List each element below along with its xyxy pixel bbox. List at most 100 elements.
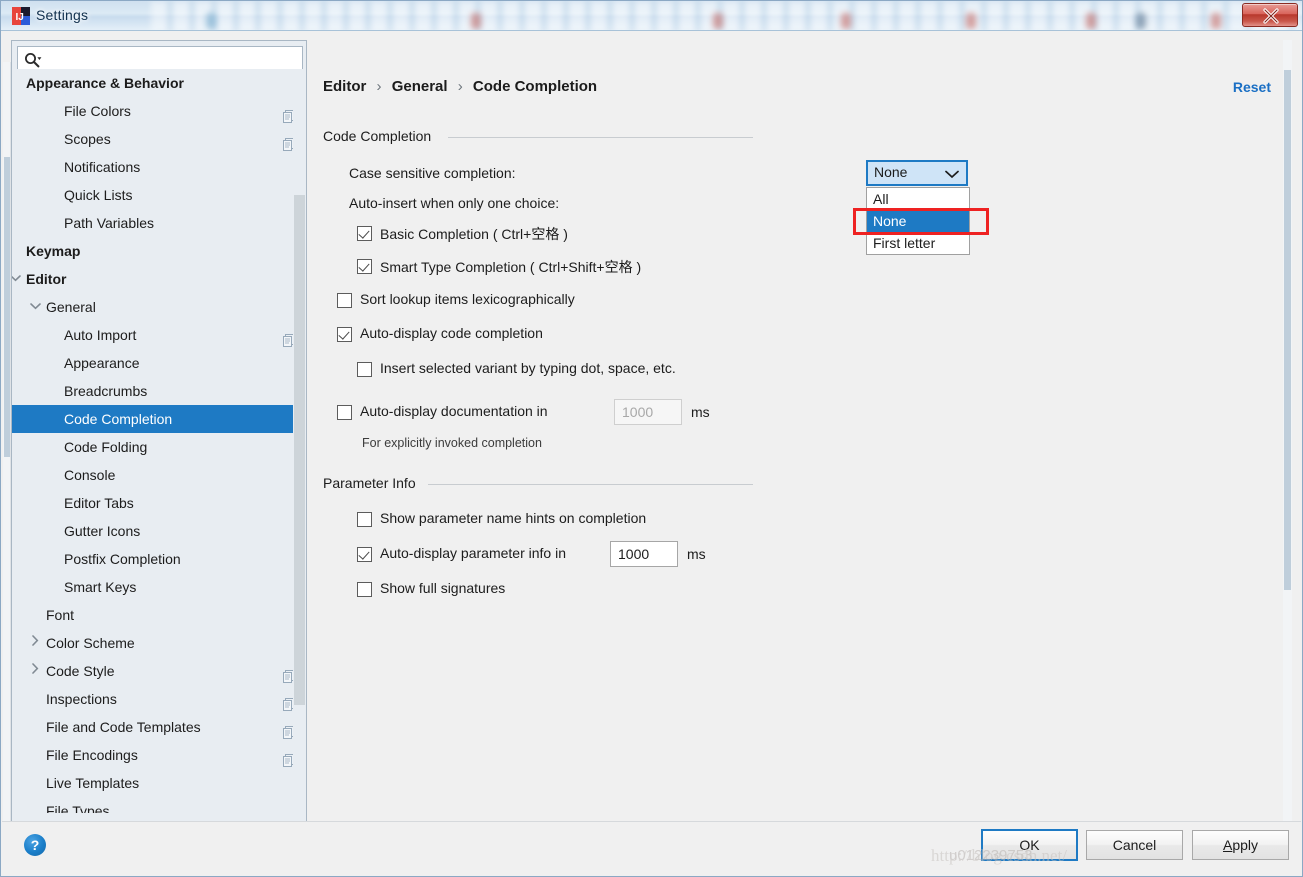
- ok-button[interactable]: OK: [981, 829, 1078, 861]
- reset-link[interactable]: Reset: [1233, 79, 1271, 95]
- sidebar-item-label: File and Code Templates: [46, 719, 201, 735]
- breadcrumb-item-general[interactable]: General: [392, 78, 448, 95]
- sidebar-item-label: Editor Tabs: [64, 495, 134, 511]
- detail-panel-scrollbar-thumb[interactable]: [1284, 70, 1291, 590]
- case-sensitive-completion-dropdown-list[interactable]: All None First letter: [866, 187, 970, 255]
- titlebar-blur-blob: [206, 13, 216, 29]
- sidebar-item-scopes[interactable]: Scopes: [12, 125, 306, 153]
- sidebar-item-label: Smart Keys: [64, 579, 137, 595]
- chevron-down-icon: [945, 170, 959, 179]
- sidebar-item-editor[interactable]: Editor: [12, 265, 306, 293]
- sort-lookup-items-checkbox[interactable]: [337, 293, 352, 308]
- section-rule: [428, 484, 753, 485]
- sidebar-item-general[interactable]: General: [12, 293, 306, 321]
- sidebar-item-gutter-icons[interactable]: Gutter Icons: [12, 517, 306, 545]
- breadcrumb-item-editor[interactable]: Editor: [323, 78, 366, 95]
- section-header-parameter-info: Parameter Info: [323, 475, 753, 491]
- sidebar-item-label: General: [46, 299, 96, 315]
- sidebar-item-path-variables[interactable]: Path Variables: [12, 209, 306, 237]
- sidebar-item-font[interactable]: Font: [12, 601, 306, 629]
- sidebar-scrollbar-thumb[interactable]: [294, 195, 305, 705]
- auto-display-documentation-checkbox[interactable]: [337, 405, 352, 420]
- basic-completion-label: Basic Completion ( Ctrl+空格 ): [380, 226, 568, 242]
- sidebar-item-label: Appearance: [64, 355, 140, 371]
- dropdown-option-all[interactable]: All: [867, 188, 969, 210]
- sidebar-item-code-folding[interactable]: Code Folding: [12, 433, 306, 461]
- sidebar-item-color-scheme[interactable]: Color Scheme: [12, 629, 306, 657]
- breadcrumb-separator-icon: ›: [376, 78, 382, 95]
- insert-selected-variant-label: Insert selected variant by typing dot, s…: [380, 360, 676, 376]
- sidebar-item-label: Font: [46, 607, 75, 623]
- auto-display-parameter-info-checkbox[interactable]: [357, 547, 372, 562]
- sidebar-item-label: File Encodings: [46, 747, 138, 763]
- svg-text:IJ: IJ: [16, 12, 24, 23]
- sidebar-item-file-colors[interactable]: File Colors: [12, 97, 306, 125]
- dropdown-option-first-letter[interactable]: First letter: [867, 232, 969, 254]
- sidebar-item-label: Quick Lists: [64, 187, 133, 203]
- chevron-right-icon[interactable]: [28, 657, 42, 685]
- sidebar-item-label: Auto Import: [64, 327, 137, 343]
- cancel-button[interactable]: Cancel: [1086, 830, 1183, 860]
- chevron-down-icon[interactable]: [12, 265, 22, 293]
- titlebar-blur-blob: [471, 13, 481, 29]
- documentation-hint-label: For explicitly invoked completion: [362, 436, 542, 450]
- auto-display-code-completion-checkbox[interactable]: [337, 327, 352, 342]
- sidebar-item-keymap[interactable]: Keymap: [12, 237, 306, 265]
- titlebar-blur-blob: [966, 13, 976, 29]
- sidebar-item-auto-import[interactable]: Auto Import: [12, 321, 306, 349]
- sidebar-item-smart-keys[interactable]: Smart Keys: [12, 573, 306, 601]
- intellij-idea-icon: IJ: [12, 7, 30, 25]
- auto-display-code-completion-label: Auto-display code completion: [360, 325, 543, 341]
- sidebar-item-code-completion[interactable]: Code Completion: [12, 405, 306, 433]
- show-full-signatures-checkbox[interactable]: [357, 582, 372, 597]
- documentation-delay-input[interactable]: [614, 399, 682, 425]
- sidebar-item-editor-tabs[interactable]: Editor Tabs: [12, 489, 306, 517]
- dialog-left-scrollbar[interactable]: [3, 62, 11, 851]
- search-input[interactable]: [48, 48, 298, 70]
- detail-panel-scrollbar[interactable]: [1283, 40, 1292, 821]
- sidebar-item-file-encodings[interactable]: File Encodings: [12, 741, 306, 769]
- sidebar-item-label: Breadcrumbs: [64, 383, 148, 399]
- show-parameter-hints-checkbox[interactable]: [357, 512, 372, 527]
- insert-selected-variant-checkbox[interactable]: [357, 362, 372, 377]
- sidebar-item-quick-lists[interactable]: Quick Lists: [12, 181, 306, 209]
- sidebar-item-label: File Types: [46, 803, 110, 813]
- sidebar-item-file-and-code-templates[interactable]: File and Code Templates: [12, 713, 306, 741]
- sidebar-item-live-templates[interactable]: Live Templates: [12, 769, 306, 797]
- sidebar-item-console[interactable]: Console: [12, 461, 306, 489]
- sidebar-item-label: Code Completion: [64, 411, 173, 427]
- sidebar-item-appearance[interactable]: Appearance: [12, 349, 306, 377]
- sidebar-item-label: Appearance & Behavior: [26, 75, 184, 91]
- sidebar-item-label: Console: [64, 467, 116, 483]
- sidebar-item-inspections[interactable]: Inspections: [12, 685, 306, 713]
- parameter-info-delay-input[interactable]: [610, 541, 678, 567]
- sidebar-item-label: Code Folding: [64, 439, 148, 455]
- smart-type-completion-checkbox[interactable]: [357, 259, 372, 274]
- sidebar-item-file-types[interactable]: File Types: [12, 797, 306, 813]
- help-icon: ?: [30, 837, 40, 853]
- sidebar-item-appearance-behavior[interactable]: Appearance & Behavior: [12, 69, 306, 97]
- dialog-left-scrollbar-thumb[interactable]: [4, 157, 10, 457]
- sort-lookup-items-label: Sort lookup items lexicographically: [360, 291, 575, 307]
- sidebar-item-notifications[interactable]: Notifications: [12, 153, 306, 181]
- sidebar-item-label: File Colors: [64, 103, 131, 119]
- sidebar-item-postfix-completion[interactable]: Postfix Completion: [12, 545, 306, 573]
- sidebar-item-label: Keymap: [26, 243, 81, 259]
- settings-tree: Appearance & Behavior File Colors Scopes No…: [12, 69, 306, 813]
- chevron-down-icon[interactable]: [28, 293, 42, 321]
- basic-completion-checkbox[interactable]: [357, 226, 372, 241]
- breadcrumb: Editor › General › Code Completion: [323, 78, 597, 95]
- case-sensitive-completion-combobox[interactable]: None: [866, 160, 968, 186]
- sidebar-item-breadcrumbs[interactable]: Breadcrumbs: [12, 377, 306, 405]
- titlebar-blur-blob: [841, 13, 851, 29]
- apply-button-mnemonic: A: [1222, 837, 1233, 853]
- help-button[interactable]: ?: [24, 834, 46, 856]
- apply-button[interactable]: Apply: [1192, 830, 1289, 860]
- section-title-code-completion: Code Completion: [323, 128, 432, 144]
- chevron-right-icon[interactable]: [28, 629, 42, 657]
- sidebar-item-code-style[interactable]: Code Style: [12, 657, 306, 685]
- dropdown-option-none[interactable]: None: [867, 210, 969, 232]
- section-title-parameter-info: Parameter Info: [323, 475, 416, 491]
- sidebar-scrollbar[interactable]: [293, 77, 306, 821]
- close-button[interactable]: [1242, 3, 1298, 27]
